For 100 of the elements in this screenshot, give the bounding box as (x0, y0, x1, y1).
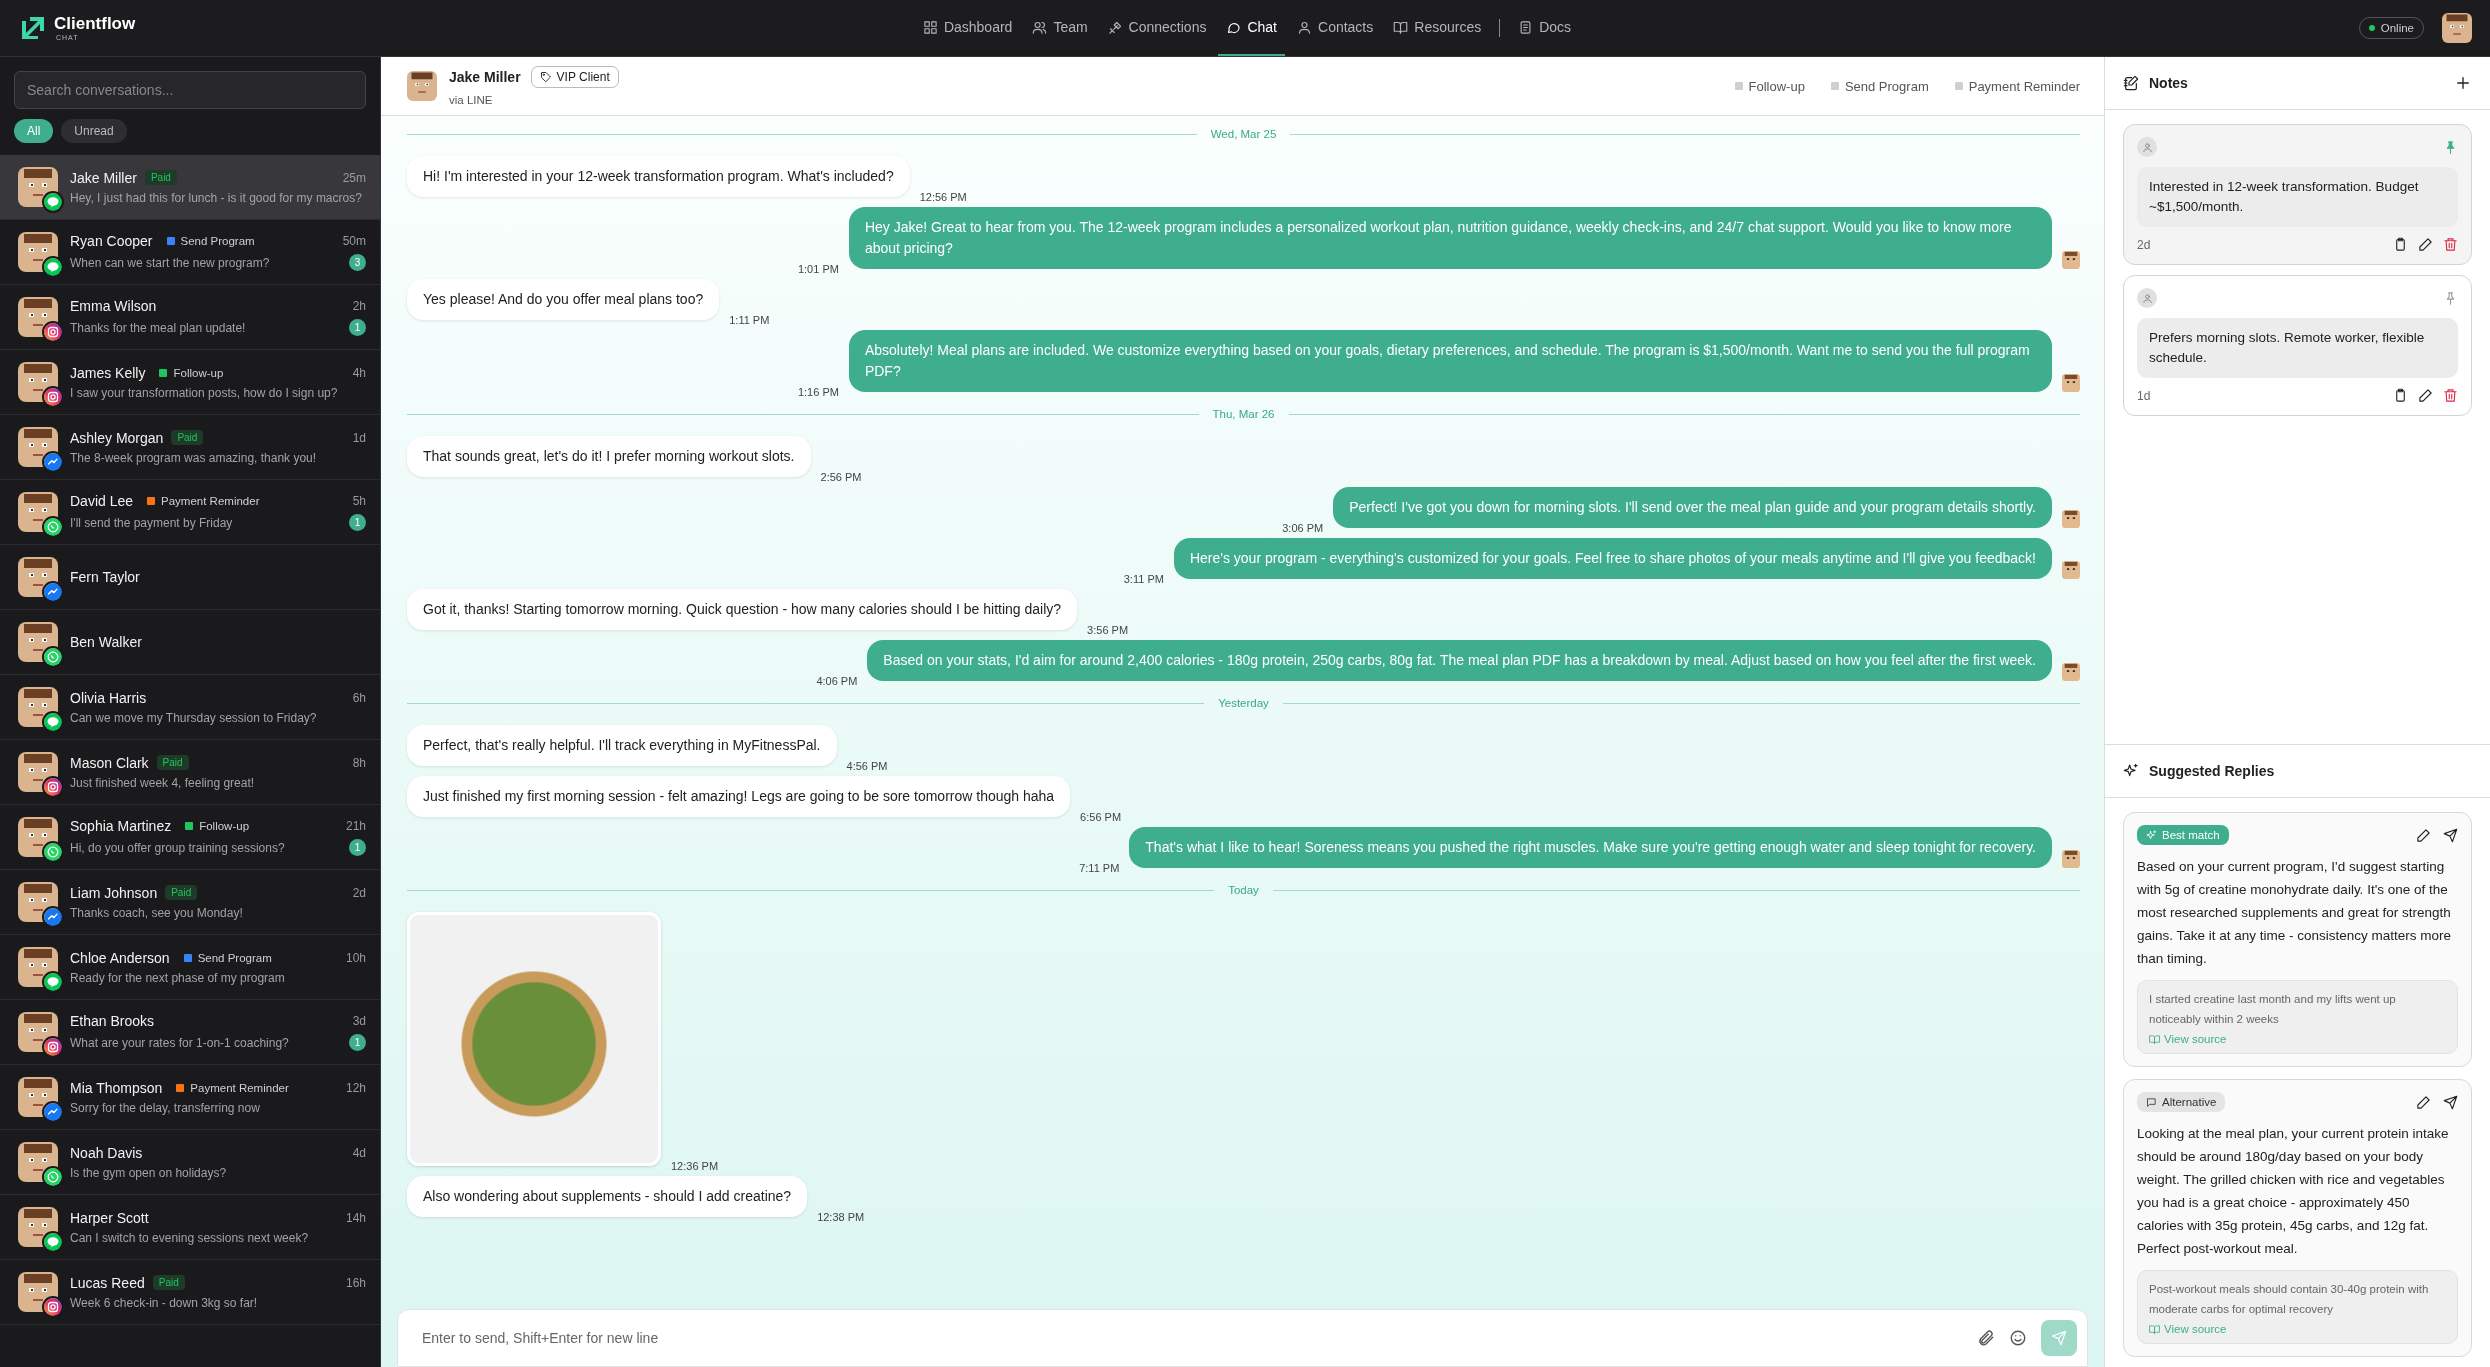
avatar (18, 687, 58, 727)
incoming-message: Hi! I'm interested in your 12-week transformation program. What's included? (407, 156, 910, 197)
filter-chip[interactable]: Unread (61, 119, 127, 143)
nav-tab[interactable]: Contacts (1289, 0, 1382, 56)
copy-button[interactable] (2393, 388, 2408, 403)
source-text: I started creatine last month and my lifts went up noticeably within 2 weeks (2149, 992, 2397, 1027)
edit-button[interactable] (2416, 1094, 2431, 1110)
logo-icon (20, 15, 46, 41)
delete-button[interactable] (2443, 237, 2458, 252)
camera-badge-icon (42, 1296, 64, 1318)
edit-button[interactable] (2418, 237, 2433, 252)
avatar (18, 817, 58, 857)
conversation-item[interactable]: Emma Wilson 2h Thanks for the meal plan update! 1 (0, 285, 380, 350)
avatar (18, 427, 58, 467)
date-separator: Today (1228, 884, 1259, 896)
contact-name: Lucas Reed (70, 1274, 145, 1291)
send-button[interactable] (2443, 1094, 2458, 1110)
message-time: 10h (345, 950, 366, 965)
attach-button[interactable] (1977, 1329, 1995, 1347)
zigzag-badge-icon (42, 451, 64, 473)
message-preview: When can we start the new program? (70, 255, 270, 270)
conversation-item[interactable]: Mia Thompson Payment Reminder 12h Sorry for the delay, transferring now (0, 1065, 380, 1130)
avatar (18, 362, 58, 402)
trash-icon (2443, 388, 2458, 403)
conversation-item[interactable]: Ben Walker (0, 610, 380, 675)
message-time: 3:56 PM (1087, 624, 1129, 636)
conversation-item[interactable]: Ryan Cooper Send Program 50m When can we start the new program? 3 (0, 220, 380, 285)
nav-tab[interactable]: Dashboard (914, 0, 1021, 56)
copy-button[interactable] (2393, 237, 2408, 252)
conversation-item[interactable]: Jake Miller Paid 25m Hey, I just had this for lunch - is it good for my macros? (0, 155, 380, 220)
phone-badge-icon (42, 646, 64, 668)
label-text: Send Program (197, 951, 272, 964)
conversation-item[interactable]: David Lee Payment Reminder 5h I'll send the payment by Friday 1 (0, 480, 380, 545)
zigzag-badge-icon (42, 581, 64, 603)
note-age: 2d (2137, 237, 2151, 252)
conversation-item[interactable]: Sophia Martinez Follow-up 21h Hi, do you offer group training sessions? 1 (0, 805, 380, 870)
contact-name: Ethan Brooks (70, 1013, 155, 1029)
incoming-message: Got it, thanks! Starting tomorrow morning. Quick question - how many calories should I be hitting daily? (407, 589, 1078, 630)
outgoing-message: Based on your stats, I'd aim for around 2,400 calories - 180g protein, 250g carbs, 80g fat. The meal plan PDF has a breakdown by meal. Adjust based on how you feel after the first week. (867, 640, 2052, 681)
message-time: 16h (345, 1275, 366, 1290)
label-text: Follow-up (173, 366, 224, 379)
smiley-icon (2009, 1329, 2027, 1347)
conversation-item[interactable]: Harper Scott 14h Can I switch to evening sessions next week? (0, 1195, 380, 1260)
conversation-item[interactable]: Lucas Reed Paid 16h Week 6 check-in - down 3kg so far! (0, 1260, 380, 1325)
quick-label-button[interactable]: Follow-up (1734, 78, 1805, 94)
conversation-item[interactable]: Ashley Morgan Paid 1d The 8-week program was amazing, thank you! (0, 415, 380, 480)
contact-name: Sophia Martinez (70, 818, 172, 834)
edit-button[interactable] (2416, 827, 2431, 843)
note-text: Interested in 12-week transformation. Budget ~$1,500/month. (2137, 167, 2458, 227)
message-time: 1:01 PM (797, 263, 839, 275)
message-time: 4h (352, 365, 366, 380)
conversation-item[interactable]: Ethan Brooks 3d What are your rates for 1-on-1 coaching? 1 (0, 1000, 380, 1065)
send-icon (2051, 1330, 2067, 1346)
nav-tab[interactable]: Docs (1510, 0, 1580, 56)
message-preview: Ready for the next phase of my program (70, 970, 285, 985)
message-time: 1d (352, 430, 366, 445)
add-note-button[interactable] (2454, 74, 2472, 92)
clipboard-icon (2393, 237, 2408, 252)
message-time: 1:11 PM (729, 314, 770, 326)
contact-name: Harper Scott (70, 1209, 149, 1226)
conversation-item[interactable]: Liam Johnson Paid 2d Thanks coach, see you Monday! (0, 870, 380, 935)
label-text: Send Program (180, 235, 255, 247)
paid-tag: Paid (152, 1275, 185, 1290)
book-icon (2149, 1323, 2160, 1335)
quick-label-button[interactable]: Send Program (1830, 78, 1929, 94)
emoji-button[interactable] (2009, 1329, 2027, 1347)
search-field[interactable]: Search conversations... (14, 71, 366, 109)
conversation-item[interactable]: Fern Taylor (0, 545, 380, 610)
avatar (18, 492, 58, 532)
grid-icon (922, 19, 938, 35)
delete-button[interactable] (2443, 388, 2458, 403)
tag-button[interactable]: VIP Client (530, 66, 619, 88)
incoming-message: Also wondering about supplements - should I add creatine? (407, 1176, 808, 1217)
nav-tab[interactable]: Connections (1099, 0, 1215, 56)
nav-tab[interactable]: Team (1024, 0, 1096, 56)
nav-tab[interactable]: Resources (1385, 0, 1490, 56)
conversation-item[interactable]: Chloe Anderson Send Program 10h Ready for the next phase of my program (0, 935, 380, 1000)
message-field[interactable]: Enter to send, Shift+Enter for new line (397, 1309, 2088, 1367)
send-button[interactable] (2443, 827, 2458, 843)
paid-tag: Paid (144, 170, 177, 185)
message-time: 50m (342, 234, 366, 248)
message-input[interactable]: Enter to send, Shift+Enter for new line (420, 1329, 1963, 1347)
conversation-item[interactable]: Noah Davis 4d Is the gym open on holidays? (0, 1130, 380, 1195)
avatar (18, 557, 58, 597)
message-time: 25m (342, 170, 366, 185)
outgoing-message: Perfect! I've got you down for morning slots. I'll send over the meal plan guide and your program details shortly. (1333, 487, 2052, 528)
speech-bubble-badge-icon (42, 711, 64, 733)
message-preview: Sorry for the delay, transferring now (70, 1100, 260, 1115)
user-icon (1297, 19, 1312, 35)
conversation-item[interactable]: James Kelly Follow-up 4h I saw your transformation posts, how do I sign up? (0, 350, 380, 415)
date-separator: Thu, Mar 26 (1212, 408, 1275, 420)
conversation-item[interactable]: Olivia Harris 6h Can we move my Thursday session to Friday? (0, 675, 380, 740)
edit-button[interactable] (2418, 388, 2433, 403)
contact-name: Mia Thompson (70, 1079, 163, 1096)
message-time: 5h (352, 494, 366, 508)
quick-label-button[interactable]: Payment Reminder (1954, 78, 2080, 94)
conversation-item[interactable]: Mason Clark Paid 8h Just finished week 4, feeling great! (0, 740, 380, 805)
avatar (18, 232, 58, 272)
speech-bubble-badge-icon (42, 1231, 64, 1253)
sparkles-icon (2146, 829, 2157, 841)
